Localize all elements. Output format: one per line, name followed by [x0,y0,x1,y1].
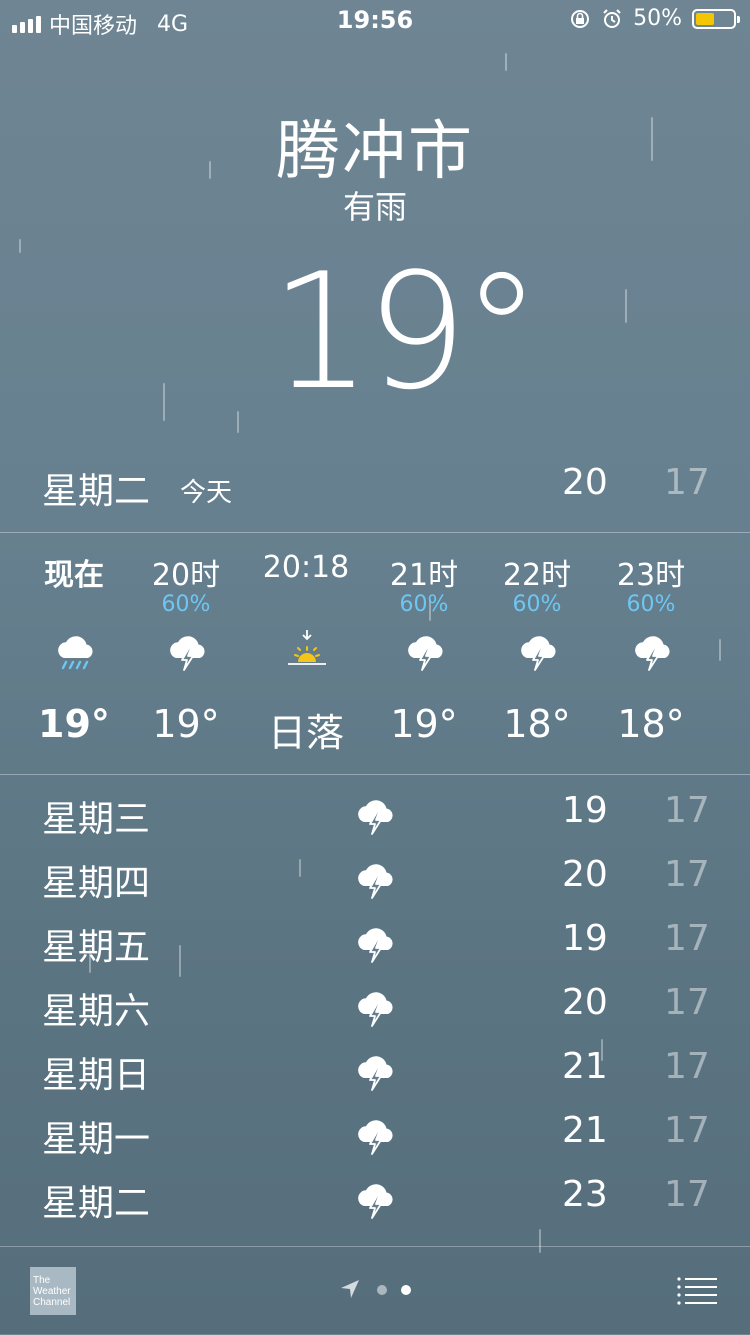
thunderstorm-icon [354,856,396,899]
rain-icon [54,628,96,672]
day-high: 21 [562,1110,608,1151]
hour-label: 22时 [502,558,572,593]
day-high: 21 [562,1046,608,1087]
city-name: 腾冲市 [276,115,474,189]
day-name: 星期二 [42,1183,151,1224]
day-high: 19 [562,918,608,959]
today-summary: 星期二 今天 20 17 [0,462,750,512]
location-arrow-icon[interactable] [340,1279,360,1299]
day-low: 17 [664,1174,710,1215]
day-name: 星期六 [42,991,151,1032]
today-high: 20 [562,462,608,503]
day-low: 17 [664,1110,710,1151]
alarm-icon [603,8,621,28]
hour-label: 20时 [151,558,221,593]
battery-icon [692,8,740,29]
day-high: 23 [562,1174,608,1215]
daily-row: 星期二 23 17 [0,1174,750,1238]
day-name: 星期日 [42,1055,151,1096]
status-bar: 中国移动 4G 19:56 50% [0,0,750,40]
battery-percent: 50% [633,6,682,31]
precip-chance: 10 [708,592,750,617]
today-day: 星期二 [42,471,151,512]
thunderstorm-icon [354,920,396,963]
thunderstorm-icon [354,1048,396,1091]
daily-row: 星期六 20 17 [0,982,750,1046]
bottom-toolbar: The Weather Channel [0,1246,750,1335]
daily-row: 星期日 21 17 [0,1046,750,1110]
hour-label: 现在 [44,558,104,593]
hour-label: 0 [708,550,750,585]
day-name: 星期一 [42,1119,151,1160]
logo-text-line1: The [33,1275,51,1286]
thunderstorm-icon [354,984,396,1027]
divider-bottom [0,774,750,775]
daily-row: 星期四 20 17 [0,854,750,918]
day-low: 17 [664,790,710,831]
hour-temperature: 1 [708,702,750,746]
daily-row: 星期一 21 17 [0,1110,750,1174]
thunderstorm-icon [354,1112,396,1155]
precip-chance: 60% [626,592,676,617]
logo-text-line3: Channel [33,1297,71,1308]
hour-temperature: 19° [152,702,220,746]
day-name: 星期五 [42,927,151,968]
weather-condition: 有雨 [342,188,407,226]
hour-label: 23时 [616,558,686,593]
page-dot-2[interactable] [401,1285,411,1295]
divider-top [0,532,750,533]
thunderstorm-icon [166,628,208,672]
day-high: 19 [562,790,608,831]
hour-temperature: 19° [390,702,458,746]
day-low: 17 [664,982,710,1023]
day-low: 17 [664,1046,710,1087]
city-list-icon[interactable] [676,1275,718,1305]
precip-chance: 60% [161,592,211,617]
hour-temperature: 日落 [267,711,344,755]
hour-label: 20:18 [262,550,350,585]
thunderstorm-icon [517,628,559,672]
hour-temperature: 19° [38,702,110,746]
day-name: 星期三 [42,799,151,840]
today-low: 17 [664,462,710,503]
daily-row: 星期五 19 17 [0,918,750,982]
thunderstorm-icon [404,628,446,672]
thunderstorm-icon [354,792,396,835]
thunderstorm-icon [631,628,673,672]
current-temperature: 19° [270,238,542,425]
daily-row: 星期三 19 17 [0,790,750,854]
logo-text-line2: Weather [33,1286,71,1297]
day-high: 20 [562,854,608,895]
hour-temperature: 18° [503,702,571,746]
hour-temperature: 18° [617,702,685,746]
weather-channel-logo[interactable]: The Weather Channel [30,1267,76,1315]
orientation-lock-icon [571,9,590,28]
day-name: 星期四 [42,863,151,904]
precip-chance: 60% [512,592,562,617]
day-low: 17 [664,854,710,895]
today-label: 今天 [180,478,233,508]
sunset-icon [286,628,328,672]
hour-label: 21时 [389,558,459,593]
page-dot-1[interactable] [377,1285,387,1295]
day-high: 20 [562,982,608,1023]
day-low: 17 [664,918,710,959]
hourly-forecast[interactable]: 现在 19° 20时 60% 19° 20:18 日落 21时 60% 19° 22时 60% 18° 2… [0,536,750,772]
precip-chance: 60% [399,592,449,617]
thunderstorm-icon [354,1176,396,1219]
